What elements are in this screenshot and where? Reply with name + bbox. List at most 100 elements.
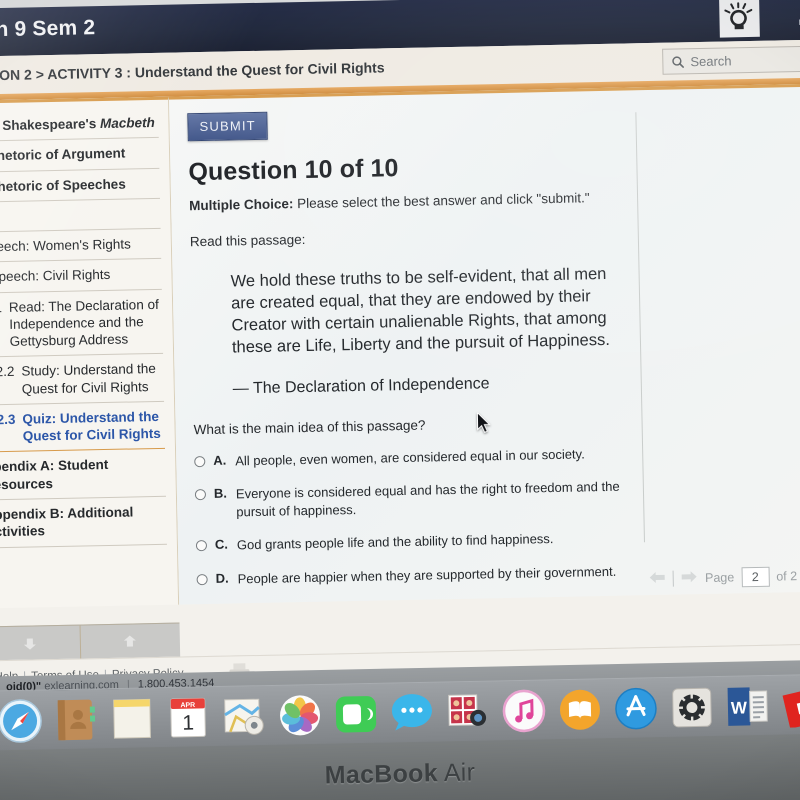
- question-prompt: What is the main idea of this passage?: [193, 417, 426, 437]
- dock-item-calendar[interactable]: APR 1: [166, 695, 213, 742]
- sidebar-scroll-up-button[interactable]: [79, 623, 181, 659]
- next-page-button[interactable]: [681, 570, 698, 586]
- answer-choice-a[interactable]: A. All people, even women, are considered…: [194, 440, 800, 470]
- page-label: Page: [704, 570, 735, 586]
- passage-attribution: — The Declaration of Independence: [232, 375, 490, 398]
- facetime-icon: [335, 695, 377, 733]
- question-instruction: Multiple Choice: Please select the best …: [188, 186, 800, 214]
- pager-separator: [672, 570, 675, 587]
- sidebar-item-number: 2.1: [0, 299, 3, 316]
- sidebar-scroll-down-button[interactable]: [0, 626, 80, 661]
- dock-item-app-store[interactable]: [614, 686, 661, 733]
- arrow-right-icon: [681, 571, 698, 583]
- sidebar-item-4[interactable]: peech: Women's Rights: [0, 228, 162, 263]
- sidebar-item-label: st: [0, 205, 158, 226]
- sidebar-item-6[interactable]: 2.1 Read: The Declaration of Independence…: [0, 289, 164, 358]
- sidebar-item-8[interactable]: 3.2.3 Quiz: Understand the Quest for Civi…: [0, 401, 166, 453]
- sidebar-item-1[interactable]: Rhetoric of Argument: [0, 138, 160, 172]
- dock-item-contacts[interactable]: [54, 697, 101, 744]
- sidebar-item-label: ppendix B: Additional ctivities: [0, 504, 134, 540]
- dock-item-itunes[interactable]: [502, 688, 549, 735]
- dock-item-system-preferences[interactable]: [669, 685, 716, 732]
- course-sidebar[interactable]: a: Shakespeare's Macbeth Rhetoric of Argu…: [0, 96, 180, 609]
- question-content-panel: SUBMIT Question 10 of 10 Multiple Choice…: [168, 83, 800, 605]
- sidebar-item-label: peech: Women's Rights: [0, 236, 131, 255]
- sidebar-item-number: 3.2.2: [0, 364, 15, 380]
- microsoft-word-icon: W: [727, 686, 768, 726]
- chevron-up-icon: [124, 635, 137, 647]
- answer-choice-b[interactable]: B. Everyone is considered equal and has t…: [194, 474, 800, 522]
- app-store-icon: [615, 687, 657, 729]
- search-icon: [672, 55, 684, 68]
- answer-choice-letter: A.: [213, 452, 227, 468]
- sidebar-item-10[interactable]: ppendix B: Additional ctivities: [0, 496, 167, 548]
- sidebar-item-5[interactable]: Speech: Civil Rights: [0, 259, 162, 294]
- ibooks-icon: [559, 689, 600, 730]
- notes-icon: [113, 698, 151, 739]
- sidebar-item-label: Read: The Declaration of Independence an…: [8, 296, 159, 350]
- maps-icon: [224, 698, 264, 735]
- dock-item-roblox[interactable]: [781, 682, 800, 729]
- sidebar-item-label: Speech: Civil Rights: [0, 267, 111, 285]
- sidebar-item-label: a: Shakespeare's Macbeth: [0, 114, 155, 134]
- radio-button-icon[interactable]: [194, 455, 206, 467]
- itunes-icon: [502, 689, 546, 732]
- arrow-left-icon: [650, 571, 666, 583]
- radio-button-icon[interactable]: [195, 540, 208, 552]
- dock-item-safari[interactable]: [0, 698, 45, 745]
- submit-button[interactable]: SUBMIT: [187, 111, 269, 142]
- photo-booth-icon: [448, 693, 487, 726]
- dock-item-ibooks[interactable]: [558, 687, 605, 734]
- instruction-text: Please select the best answer and click …: [293, 190, 590, 212]
- answer-choice-text: God grants people life and the ability t…: [236, 531, 554, 553]
- answer-choice-letter: B.: [213, 485, 228, 502]
- photograph-of-laptop-screen: sh 9 Sem 2 L SSON 2 > ACTIVITY: [0, 0, 800, 800]
- prev-page-button[interactable]: [649, 571, 666, 587]
- answer-choice-text: Everyone is considered equal and has the…: [235, 478, 620, 520]
- dock-item-photo-booth[interactable]: [446, 689, 493, 736]
- answer-choice-letter: C.: [214, 536, 229, 553]
- laptop-screen: sh 9 Sem 2 L SSON 2 > ACTIVITY: [0, 0, 800, 735]
- dock-item-maps[interactable]: [222, 694, 269, 741]
- page-body: a: Shakespeare's Macbeth Rhetoric of Argu…: [0, 83, 800, 661]
- word-glyph: W: [731, 698, 748, 717]
- dock-item-messages[interactable]: [390, 690, 437, 737]
- calendar-icon: APR 1: [170, 697, 206, 737]
- dock-item-facetime[interactable]: [334, 691, 381, 738]
- sidebar-item-label: pendix A: Student esources: [0, 457, 109, 492]
- macbook-brand: MacBook: [324, 759, 439, 790]
- dock-item-microsoft-word[interactable]: W: [725, 683, 772, 730]
- instruction-label: Multiple Choice:: [188, 196, 294, 214]
- sidebar-item-label: Study: Understand the Quest for Civil Ri…: [21, 361, 156, 397]
- sidebar-scroll-controls[interactable]: [0, 622, 181, 661]
- macbook-model: Air: [443, 758, 476, 788]
- dock-item-photos[interactable]: [278, 692, 325, 739]
- roblox-icon: [782, 687, 800, 728]
- passage-text: We hold these truths to be self-evident,…: [230, 264, 611, 357]
- sidebar-item-0[interactable]: a: Shakespeare's Macbeth: [0, 107, 159, 142]
- search-input[interactable]: Search: [662, 45, 800, 75]
- chevron-down-icon: [23, 638, 36, 650]
- sidebar-item-2[interactable]: Rhetoric of Speeches: [0, 168, 160, 203]
- dock-item-notes[interactable]: [110, 696, 157, 743]
- radio-button-icon[interactable]: [194, 489, 207, 501]
- sidebar-item-3[interactable]: st: [0, 198, 161, 233]
- sidebar-item-7[interactable]: 3.2.2 Study: Understand the Quest for Civ…: [0, 354, 165, 406]
- answer-choice-c[interactable]: C. God grants people life and the ability…: [195, 525, 800, 555]
- sidebar-item-number: 3.2.3: [0, 411, 16, 428]
- answer-choice-text: All people, even women, are considered e…: [235, 446, 585, 469]
- contacts-icon: [57, 699, 96, 740]
- photos-icon: [280, 694, 321, 735]
- calendar-day-text: 1: [182, 711, 194, 734]
- app-title: sh 9 Sem 2: [0, 16, 96, 42]
- sidebar-item-9[interactable]: pendix A: Student esources: [0, 449, 166, 501]
- messages-icon: [391, 693, 432, 730]
- sidebar-item-label: Quiz: Understand the Quest for Civil Rig…: [22, 408, 161, 444]
- page-title: Question 10 of 10: [188, 154, 399, 187]
- page-total-label: of 2: [776, 569, 798, 584]
- read-passage-label: Read this passage:: [189, 231, 306, 250]
- calendar-month-text: APR: [180, 702, 195, 709]
- page-number-input[interactable]: 2: [741, 566, 770, 588]
- breadcrumb: SSON 2 > ACTIVITY 3 : Understand the Que…: [0, 59, 385, 84]
- system-preferences-icon: [672, 687, 712, 727]
